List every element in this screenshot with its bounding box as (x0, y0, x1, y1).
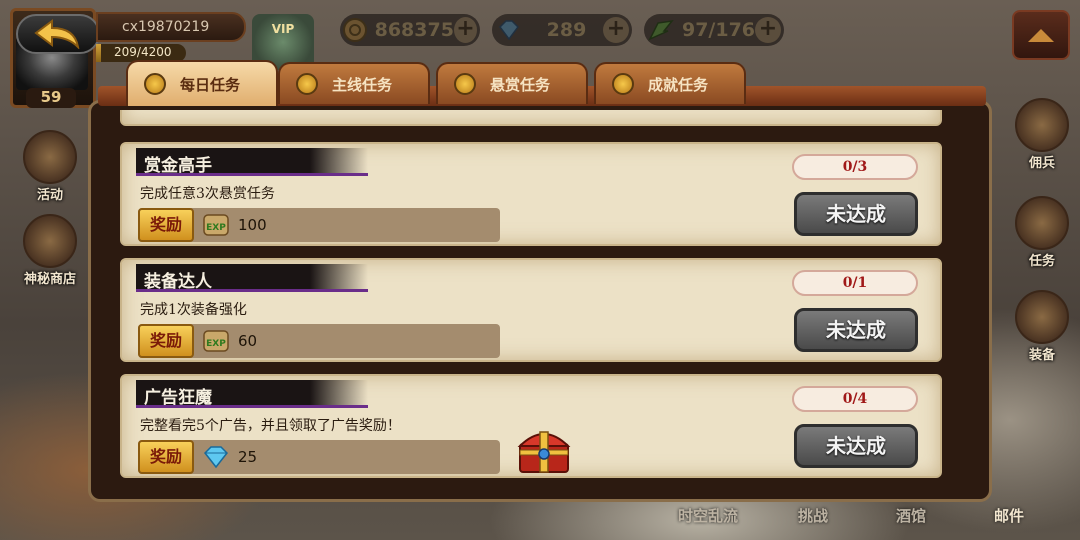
task-progress: 0/1 (792, 270, 918, 296)
side-item-equipment[interactable]: 装备 (1010, 290, 1074, 363)
treasure-chest-icon (514, 424, 574, 476)
back-button[interactable] (16, 14, 100, 54)
quest-scroll-icon (1015, 196, 1069, 250)
side-item-label: 佣兵 (1028, 156, 1055, 171)
stamina-counter: 97/176 + (644, 14, 784, 46)
diamond-counter: 289 + (492, 14, 632, 46)
player-level: 59 (26, 88, 76, 108)
reward-bar: 奖励 EXP 100 (138, 208, 500, 242)
collapse-menu-button[interactable] (1012, 10, 1070, 60)
reward-bar: 奖励 25 (138, 440, 500, 474)
task-list[interactable]: 赏金高手 完成任意3次悬赏任务 奖励 EXP 100 0/3 未达成 装备达人 … (98, 110, 984, 495)
reward-amount: 60 (238, 332, 258, 350)
exp-scroll-icon: EXP (200, 326, 232, 356)
coin-amount: 868375 (374, 19, 454, 41)
add-diamonds-button[interactable]: + (603, 17, 629, 43)
reward-label: 奖励 (138, 440, 194, 474)
diamond-amount: 289 (546, 19, 587, 41)
task-progress: 0/4 (792, 386, 918, 412)
task-description: 完成任意3次悬赏任务 (140, 186, 275, 202)
mercenary-icon (1015, 98, 1069, 152)
bottom-item-challenge[interactable]: 挑战 (798, 505, 828, 526)
exp-bar-fill (96, 44, 101, 62)
add-coins-button[interactable]: + (453, 17, 477, 43)
task-card-partial (120, 110, 942, 126)
reward-amount: 25 (238, 448, 258, 466)
stamina-icon (646, 15, 676, 45)
reward-amount: 100 (238, 216, 267, 234)
tab-label: 每日任务 (180, 75, 241, 94)
coin-icon (342, 15, 369, 45)
task-status-button[interactable]: 未达成 (794, 424, 918, 468)
reward-bar: 奖励 EXP 60 (138, 324, 500, 358)
tab-coin-icon (454, 73, 476, 95)
exp-text: 209/4200 (114, 45, 172, 59)
task-title: 装备达人 (136, 264, 368, 292)
reward-label: 奖励 (138, 324, 194, 358)
task-progress: 0/3 (792, 154, 918, 180)
svg-text:EXP: EXP (206, 339, 226, 349)
bottom-item-tavern[interactable]: 酒馆 (896, 505, 926, 526)
bottom-item-mail[interactable]: 邮件 (994, 505, 1024, 526)
svg-text:EXP: EXP (206, 223, 226, 233)
shop-icon (23, 214, 77, 268)
equipment-icon (1015, 290, 1069, 344)
tab-daily[interactable]: 每日任务 (126, 60, 278, 106)
tab-achievement[interactable]: 成就任务 (594, 62, 746, 104)
bottom-item-time-rift[interactable]: 时空乱流 (678, 505, 738, 526)
side-item-mercenary[interactable]: 佣兵 (1010, 98, 1074, 171)
task-card: 装备达人 完成1次装备强化 奖励 EXP 60 0/1 未达成 (120, 258, 942, 362)
side-item-label: 神秘商店 (23, 272, 76, 287)
task-title: 赏金高手 (136, 148, 368, 176)
side-item-activity[interactable]: 活动 (18, 130, 82, 203)
tab-main[interactable]: 主线任务 (278, 62, 430, 104)
tab-label: 成就任务 (648, 75, 709, 94)
side-item-label: 装备 (1028, 348, 1055, 363)
player-name: cx19870219 (96, 12, 246, 42)
arrow-up-icon (1028, 28, 1054, 42)
task-card: 赏金高手 完成任意3次悬赏任务 奖励 EXP 100 0/3 未达成 (120, 142, 942, 246)
diamond-icon (200, 442, 232, 472)
side-item-label: 任务 (1028, 254, 1055, 269)
tab-label: 悬赏任务 (490, 75, 551, 94)
tab-coin-icon (144, 73, 166, 95)
task-description: 完成1次装备强化 (140, 302, 247, 318)
diamond-icon (494, 15, 524, 45)
task-status-button[interactable]: 未达成 (794, 308, 918, 352)
task-title: 广告狂魔 (136, 380, 368, 408)
reward-label: 奖励 (138, 208, 194, 242)
side-item-quest[interactable]: 任务 (1010, 196, 1074, 269)
coin-counter: 868375 + (340, 14, 480, 46)
add-stamina-button[interactable]: + (755, 17, 781, 43)
side-item-mystery-shop[interactable]: 神秘商店 (14, 214, 86, 287)
task-card: 广告狂魔 完整看完5个广告，并且领取了广告奖励！ 奖励 25 0/4 未达成 (120, 374, 942, 478)
exp-scroll-icon: EXP (200, 210, 232, 240)
tab-coin-icon (612, 73, 634, 95)
task-status-button[interactable]: 未达成 (794, 192, 918, 236)
back-arrow-icon (34, 19, 80, 49)
treasure-chest-icon (23, 130, 77, 184)
tab-label: 主线任务 (332, 75, 393, 94)
stamina-amount: 97/176 (681, 19, 756, 41)
task-description: 完整看完5个广告，并且领取了广告奖励！ (140, 418, 401, 434)
tab-bounty[interactable]: 悬赏任务 (436, 62, 588, 104)
tab-coin-icon (296, 73, 318, 95)
side-item-label: 活动 (36, 188, 63, 203)
